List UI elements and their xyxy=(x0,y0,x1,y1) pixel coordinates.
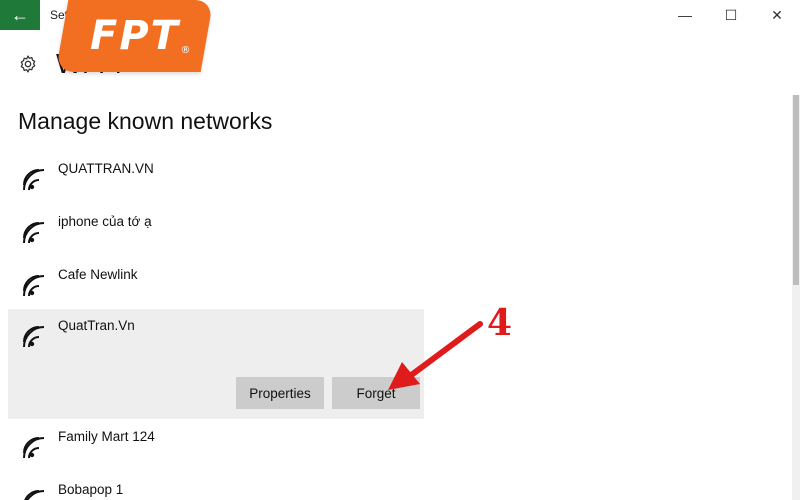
network-name: Cafe Newlink xyxy=(58,267,138,282)
wifi-icon xyxy=(23,222,45,244)
network-name: iphone của tớ ạ xyxy=(58,214,152,229)
network-item-selected[interactable]: QuatTran.Vn Properties Forget xyxy=(8,309,424,419)
network-item[interactable]: Family Mart 124 xyxy=(8,420,424,472)
close-icon: ✕ xyxy=(771,6,783,23)
fpt-logo-text: FPT xyxy=(89,13,180,59)
registered-mark: ® xyxy=(180,45,193,56)
network-name: QUATTRAN.VN xyxy=(58,161,154,176)
red-arrow-icon xyxy=(388,321,483,390)
wifi-icon xyxy=(23,169,45,191)
wifi-icon xyxy=(23,326,45,348)
minimize-button[interactable]: — xyxy=(662,0,708,30)
network-name: QuatTran.Vn xyxy=(58,318,135,333)
step-number-annotation: 4 xyxy=(487,302,513,344)
back-button[interactable]: ← xyxy=(0,0,40,30)
maximize-button[interactable]: ☐ xyxy=(708,0,754,30)
scrollbar[interactable] xyxy=(792,95,800,500)
back-arrow-icon: ← xyxy=(11,5,29,25)
fpt-logo: FPT ® xyxy=(55,0,214,72)
network-item[interactable]: QUATTRAN.VN xyxy=(8,152,424,204)
network-name: Bobapop 1 xyxy=(58,482,124,497)
minimize-icon: — xyxy=(678,7,692,23)
network-item[interactable]: Bobapop 1 xyxy=(8,473,424,500)
close-button[interactable]: ✕ xyxy=(754,0,800,30)
scrollbar-thumb[interactable] xyxy=(793,95,799,285)
network-item[interactable]: iphone của tớ ạ xyxy=(8,205,424,257)
wifi-icon xyxy=(23,437,45,459)
section-title: Manage known networks xyxy=(18,108,273,134)
wifi-icon xyxy=(23,275,45,297)
properties-button[interactable]: Properties xyxy=(236,377,324,409)
gear-icon xyxy=(20,55,36,73)
network-name: Family Mart 124 xyxy=(58,429,155,444)
network-item[interactable]: Cafe Newlink xyxy=(8,258,424,310)
window-controls: — ☐ ✕ xyxy=(662,0,800,30)
wifi-icon xyxy=(24,490,45,500)
maximize-icon: ☐ xyxy=(724,6,738,23)
